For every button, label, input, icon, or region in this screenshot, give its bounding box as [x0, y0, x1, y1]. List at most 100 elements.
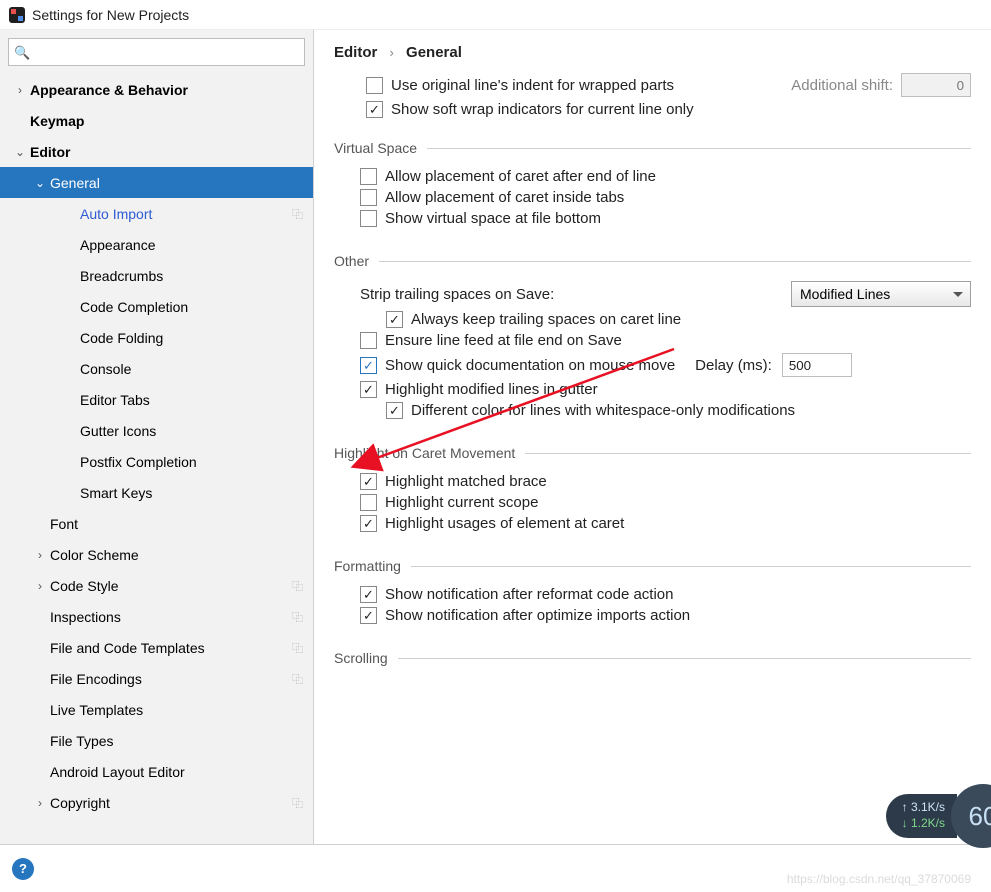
virtual-space-section: Virtual Space Allow placement of caret a…	[334, 140, 971, 231]
sidebar-item-live-templates[interactable]: Live Templates	[0, 694, 313, 725]
sidebar-item-label: Console	[80, 361, 303, 377]
sidebar-item-postfix-completion[interactable]: Postfix Completion	[0, 446, 313, 477]
current-scope-checkbox[interactable]	[360, 494, 377, 511]
project-level-icon: ⿻	[292, 578, 303, 594]
sidebar-item-console[interactable]: Console	[0, 353, 313, 384]
additional-shift-label: Additional shift:	[791, 77, 893, 94]
app-icon	[8, 6, 26, 24]
search-input[interactable]	[8, 38, 305, 66]
virtual-space-legend: Virtual Space	[334, 140, 427, 156]
ensure-lf-checkbox[interactable]	[360, 332, 377, 349]
chevron-icon: ›	[30, 548, 50, 562]
virtual-space-bottom-checkbox[interactable]	[360, 210, 377, 227]
use-original-indent-checkbox[interactable]	[366, 77, 383, 94]
sidebar-item-file-types[interactable]: File Types	[0, 725, 313, 756]
sidebar-item-label: Android Layout Editor	[50, 764, 303, 780]
caret-after-eol-checkbox[interactable]	[360, 168, 377, 185]
usages-at-caret-checkbox[interactable]	[360, 515, 377, 532]
softwrap-indicators-checkbox[interactable]	[366, 101, 383, 118]
sidebar-item-code-completion[interactable]: Code Completion	[0, 291, 313, 322]
notify-reformat-checkbox[interactable]	[360, 586, 377, 603]
caret-inside-tabs-checkbox[interactable]	[360, 189, 377, 206]
additional-shift-input[interactable]	[901, 73, 971, 97]
sidebar-item-label: Appearance	[80, 237, 303, 253]
sidebar-item-label: Copyright	[50, 795, 292, 811]
breadcrumb: Editor › General	[314, 30, 991, 69]
formatting-legend: Formatting	[334, 558, 411, 574]
other-legend: Other	[334, 253, 379, 269]
sidebar-item-code-style[interactable]: ›Code Style⿻	[0, 570, 313, 601]
delay-input[interactable]	[782, 353, 852, 377]
sidebar-item-appearance-behavior[interactable]: ›Appearance & Behavior	[0, 74, 313, 105]
search-icon: 🔍	[14, 45, 30, 61]
sidebar-item-label: Keymap	[30, 113, 303, 129]
sidebar-item-label: Postfix Completion	[80, 454, 303, 470]
project-level-icon: ⿻	[292, 640, 303, 656]
sidebar-item-general[interactable]: ⌄General	[0, 167, 313, 198]
highlight-caret-legend: Highlight on Caret Movement	[334, 445, 525, 461]
notify-optimize-checkbox[interactable]	[360, 607, 377, 624]
always-keep-trailing-checkbox[interactable]	[386, 311, 403, 328]
sidebar-item-code-folding[interactable]: Code Folding	[0, 322, 313, 353]
chevron-icon: ›	[30, 796, 50, 810]
highlight-caret-section: Highlight on Caret Movement Highlight ma…	[334, 445, 971, 536]
strip-trailing-label: Strip trailing spaces on Save:	[360, 286, 554, 303]
strip-trailing-select[interactable]: Modified Lines	[791, 281, 971, 307]
sidebar-item-label: Editor	[30, 144, 303, 160]
sidebar-item-auto-import[interactable]: Auto Import⿻	[0, 198, 313, 229]
sidebar-item-file-and-code-templates[interactable]: File and Code Templates⿻	[0, 632, 313, 663]
speed-gauge: 60	[951, 784, 991, 848]
use-original-indent-label: Use original line's indent for wrapped p…	[391, 77, 674, 94]
formatting-section: Formatting Show notification after refor…	[334, 558, 971, 628]
sidebar-item-inspections[interactable]: Inspections⿻	[0, 601, 313, 632]
project-level-icon: ⿻	[292, 609, 303, 625]
sidebar-item-file-encodings[interactable]: File Encodings⿻	[0, 663, 313, 694]
sidebar-item-label: File Encodings	[50, 671, 292, 687]
sidebar-item-label: Code Completion	[80, 299, 303, 315]
sidebar-item-font[interactable]: Font	[0, 508, 313, 539]
breadcrumb-leaf: General	[406, 44, 462, 61]
download-speed: ↓ 1.2K/s	[902, 816, 945, 832]
sidebar-item-smart-keys[interactable]: Smart Keys	[0, 477, 313, 508]
chevron-icon: ⌄	[10, 145, 30, 159]
sidebar-item-editor[interactable]: ⌄Editor	[0, 136, 313, 167]
sidebar-item-keymap[interactable]: Keymap	[0, 105, 313, 136]
sidebar-item-copyright[interactable]: ›Copyright⿻	[0, 787, 313, 818]
sidebar-item-appearance[interactable]: Appearance	[0, 229, 313, 260]
sidebar-item-label: Gutter Icons	[80, 423, 303, 439]
chevron-icon: ⌄	[30, 176, 50, 190]
sidebar-item-label: Appearance & Behavior	[30, 82, 303, 98]
scrolling-section: Scrolling	[334, 650, 971, 674]
quick-doc-checkbox[interactable]	[360, 357, 377, 374]
project-level-icon: ⿻	[292, 671, 303, 687]
project-level-icon: ⿻	[292, 206, 303, 222]
sidebar-item-android-layout-editor[interactable]: Android Layout Editor	[0, 756, 313, 787]
sidebar-item-label: Smart Keys	[80, 485, 303, 501]
sidebar-item-label: File and Code Templates	[50, 640, 292, 656]
scrolling-legend: Scrolling	[334, 650, 398, 666]
sidebar-item-label: Auto Import	[80, 206, 292, 222]
sidebar-item-label: Code Style	[50, 578, 292, 594]
diff-color-ws-checkbox[interactable]	[386, 402, 403, 419]
breadcrumb-root[interactable]: Editor	[334, 44, 377, 61]
watermark: https://blog.csdn.net/qq_37870069	[787, 872, 971, 886]
sidebar-item-gutter-icons[interactable]: Gutter Icons	[0, 415, 313, 446]
chevron-icon: ›	[10, 83, 30, 97]
chevron-right-icon: ›	[390, 45, 394, 60]
delay-label: Delay (ms):	[695, 357, 772, 374]
sidebar-item-label: Color Scheme	[50, 547, 303, 563]
sidebar-item-label: Font	[50, 516, 303, 532]
upload-speed: ↑ 3.1K/s	[902, 800, 945, 816]
window-title: Settings for New Projects	[32, 7, 189, 23]
sidebar-item-breadcrumbs[interactable]: Breadcrumbs	[0, 260, 313, 291]
other-section: Other Strip trailing spaces on Save: Mod…	[334, 253, 971, 423]
matched-brace-checkbox[interactable]	[360, 473, 377, 490]
settings-tree[interactable]: ›Appearance & BehaviorKeymap⌄Editor⌄Gene…	[0, 74, 313, 844]
softwrap-indicators-label: Show soft wrap indicators for current li…	[391, 101, 694, 118]
sidebar-item-editor-tabs[interactable]: Editor Tabs	[0, 384, 313, 415]
sidebar-item-label: Inspections	[50, 609, 292, 625]
sidebar-item-color-scheme[interactable]: ›Color Scheme	[0, 539, 313, 570]
help-button[interactable]: ?	[12, 858, 34, 880]
highlight-modified-checkbox[interactable]	[360, 381, 377, 398]
network-speed-widget: ↑ 3.1K/s ↓ 1.2K/s 60	[886, 784, 991, 848]
